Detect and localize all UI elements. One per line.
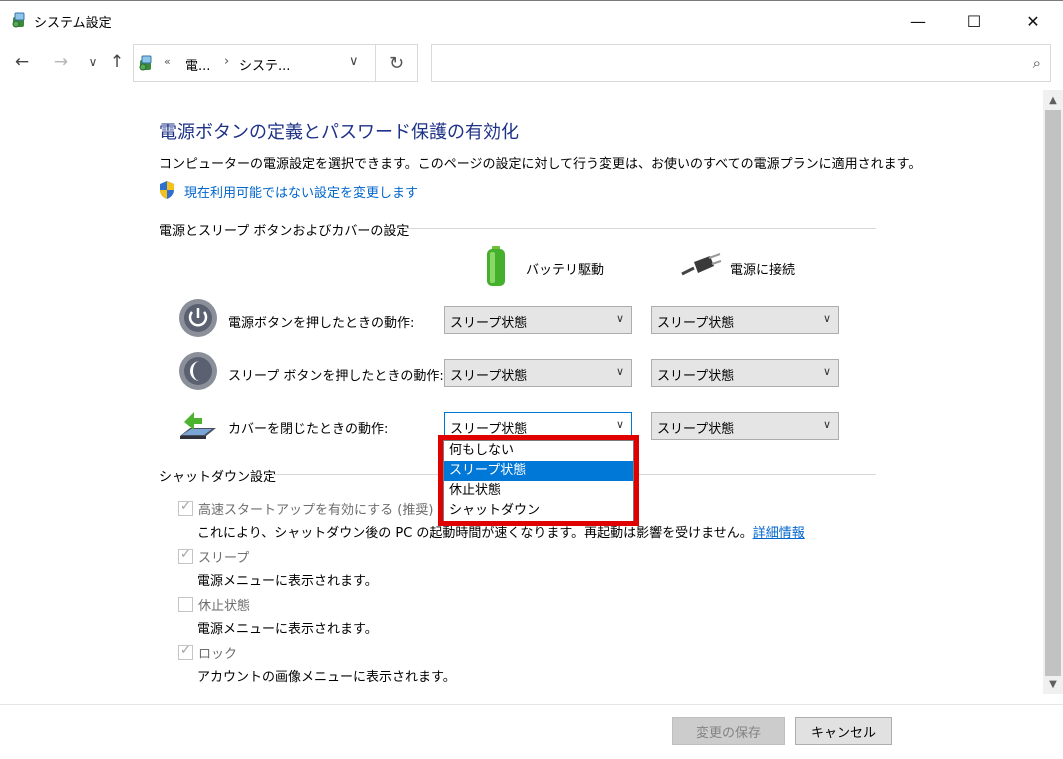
plugged-in-column-header: 電源に接続 [730, 263, 796, 278]
breadcrumb-power-options[interactable]: 電... [185, 55, 210, 74]
page-description: コンピューターの電源設定を選択できます。このページの設定に対して行う変更は、お使… [159, 157, 922, 172]
search-icon: ⌕ [1032, 54, 1041, 72]
control-panel-icon [12, 12, 25, 28]
hibernate-checkbox[interactable] [178, 597, 193, 612]
sleep-label: スリープ [198, 551, 250, 566]
cancel-button[interactable]: キャンセル [795, 717, 892, 745]
page-title: 電源ボタンの定義とパスワード保護の有効化 [159, 122, 519, 143]
breadcrumb-separator-icon[interactable]: › [224, 54, 229, 69]
scroll-up-arrow-icon[interactable]: ▲ [1043, 90, 1063, 110]
address-dropdown-chevron-icon[interactable]: ∨ [349, 54, 359, 69]
close-button[interactable]: ✕ [1004, 1, 1062, 41]
chevron-down-icon: ∨ [615, 365, 624, 378]
vertical-scrollbar[interactable]: ▲ ▼ [1043, 90, 1063, 694]
chevron-down-icon: ∨ [822, 365, 831, 378]
laptop-lid-icon [180, 412, 216, 439]
power-button-plugged-select[interactable]: スリープ状態 ∨ [651, 306, 839, 334]
uac-shield-icon [160, 181, 174, 199]
search-input[interactable]: ⌕ [431, 44, 1051, 82]
battery-icon [487, 246, 505, 286]
minimize-button[interactable]: — [889, 1, 947, 41]
back-arrow-icon[interactable]: ← [11, 51, 33, 73]
power-button-action-label: 電源ボタンを押したときの動作: [228, 316, 415, 331]
window-title: システム設定 [34, 16, 112, 31]
control-panel-icon [139, 55, 152, 71]
hibernate-label: 休止状態 [198, 599, 251, 614]
sleep-checkbox[interactable]: ✓ [178, 547, 193, 564]
lock-description: アカウントの画像メニューに表示されます。 [197, 670, 456, 685]
hibernate-description: 電源メニューに表示されます。 [197, 622, 378, 637]
lock-label: ロック [198, 647, 238, 662]
chevron-down-icon: ∨ [822, 418, 831, 431]
footer-divider [0, 704, 1063, 705]
sleep-button-action-label: スリープ ボタンを押したときの動作: [228, 369, 444, 384]
lock-checkbox[interactable]: ✓ [178, 643, 193, 660]
power-button-icon [179, 299, 217, 337]
address-bar[interactable]: « 電... › システ... ∨ [133, 44, 376, 82]
up-arrow-icon[interactable]: ↑ [106, 51, 128, 73]
forward-arrow-icon[interactable]: → [50, 51, 72, 73]
refresh-icon: ↻ [388, 52, 405, 74]
refresh-button[interactable]: ↻ [376, 44, 418, 82]
change-unavailable-settings-link[interactable]: 現在利用可能ではない設定を変更します [184, 182, 418, 201]
chevron-down-icon: ∨ [615, 312, 624, 325]
checkmark-icon: ✓ [180, 547, 191, 562]
chevron-down-icon: ∨ [822, 312, 831, 325]
lid-close-action-label: カバーを閉じたときの動作: [228, 422, 389, 437]
more-info-link[interactable]: 詳細情報 [753, 526, 805, 541]
sleep-button-plugged-select[interactable]: スリープ状態 ∨ [651, 359, 839, 387]
scroll-down-arrow-icon[interactable]: ▼ [1043, 674, 1063, 694]
power-section-divider [404, 228, 876, 229]
shutdown-section-title: シャットダウン設定 [159, 470, 277, 485]
fast-startup-checkbox[interactable]: ✓ [178, 499, 193, 516]
sleep-button-icon [179, 352, 217, 390]
title-bar: システム設定 — ☐ ✕ [0, 0, 1063, 40]
lid-close-plugged-select[interactable]: スリープ状態 ∨ [651, 412, 839, 440]
power-button-battery-select[interactable]: スリープ状態 ∨ [444, 306, 632, 334]
red-highlight-annotation [438, 435, 639, 526]
battery-column-header: バッテリ駆動 [526, 263, 605, 278]
scroll-thumb[interactable] [1045, 110, 1061, 676]
recent-locations-chevron-icon[interactable]: ∨ [82, 51, 104, 73]
checkmark-icon: ✓ [180, 499, 191, 514]
sleep-button-battery-select[interactable]: スリープ状態 ∨ [444, 359, 632, 387]
save-changes-button[interactable]: 変更の保存 [672, 717, 785, 745]
fast-startup-label: 高速スタートアップを有効にする (推奨) [198, 503, 434, 518]
navigation-bar: ← → ∨ ↑ « 電... › システ... ∨ ↻ ⌕ [0, 43, 1063, 83]
checkmark-icon: ✓ [180, 643, 191, 658]
power-plug-icon [681, 253, 722, 276]
hidden-crumbs-chevron-icon[interactable]: « [164, 55, 171, 68]
breadcrumb-system-settings[interactable]: システ... [239, 55, 290, 74]
chevron-down-icon: ∨ [615, 418, 624, 431]
maximize-button[interactable]: ☐ [945, 1, 1003, 41]
power-section-title: 電源とスリープ ボタンおよびカバーの設定 [159, 224, 410, 239]
sleep-description: 電源メニューに表示されます。 [197, 574, 378, 589]
